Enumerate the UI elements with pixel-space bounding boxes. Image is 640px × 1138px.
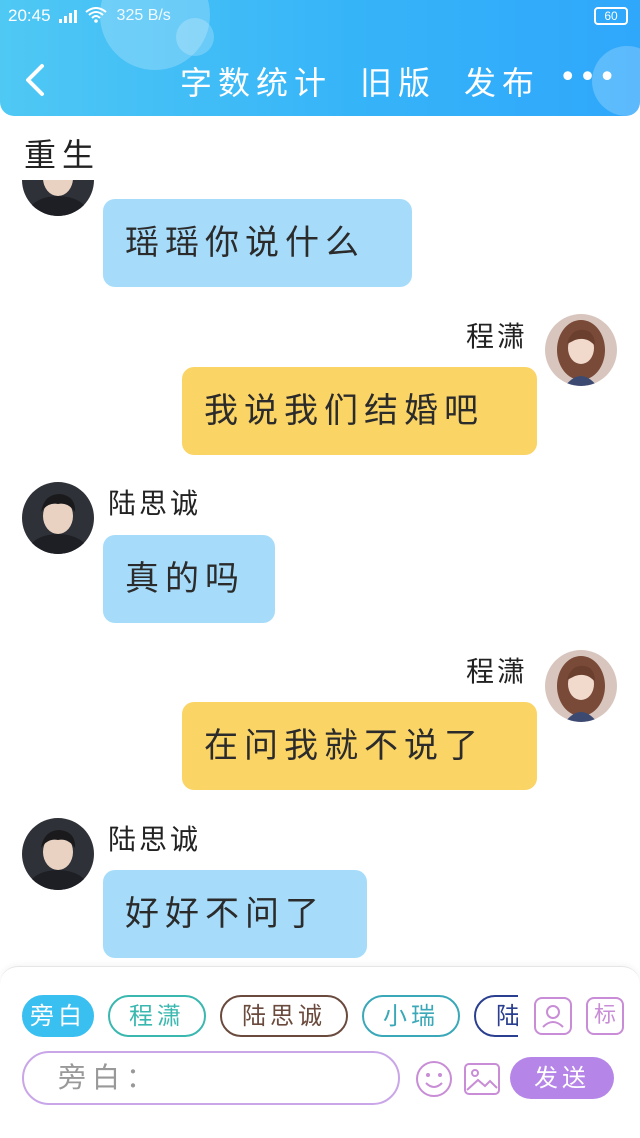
message-bubble[interactable]: 好好不问了 [103,870,367,958]
role-selector: 旁白 程潇 陆思诚 小瑞 陆 [22,995,518,1037]
back-arrow-icon [26,64,44,96]
speaker-name: 程潇 [466,320,529,353]
message-bubble[interactable]: 真的吗 [103,535,275,623]
speaker-name: 程潇 [466,655,529,688]
chat-area[interactable]: 瑶瑶你说什么 程潇 我说我们结婚吧 陆思诚 真的吗 程潇 在问我就不说了 陆思诚… [0,180,640,965]
wifi-icon [84,7,107,23]
publish-button[interactable]: 发布 [464,58,540,104]
tag-button-label: 标 [593,1003,616,1028]
message-input[interactable]: 旁白： [22,1051,400,1105]
header-actions: 字数统计 旧版 发布 [180,58,540,104]
avatar-cheng-xiao[interactable] [545,650,617,722]
speaker-name: 陆思诚 [108,823,202,856]
network-speed: 325 B/s [116,7,171,24]
role-chip-cheng-xiao[interactable]: 程潇 [108,995,206,1037]
composer-panel: 旁白 程潇 陆思诚 小瑞 陆 标 旁白： 发送 [0,966,640,1138]
emoji-button[interactable] [414,1059,454,1099]
speaker-name: 陆思诚 [108,487,202,520]
message-bubble[interactable]: 我说我们结婚吧 [182,367,537,455]
message-bubble[interactable]: 瑶瑶你说什么 [103,199,412,287]
send-button[interactable]: 发送 [510,1057,614,1099]
tag-button[interactable]: 标 [586,997,624,1035]
emoji-icon [416,1061,452,1097]
image-button[interactable] [462,1059,502,1099]
contact-icon [542,1005,564,1028]
avatar-lu-sicheng[interactable] [22,180,94,216]
back-button[interactable] [20,60,50,100]
message-bubble[interactable]: 在问我就不说了 [182,702,537,790]
scene-label: 重生 [24,136,101,174]
role-chip-lu[interactable]: 陆 [474,995,518,1037]
avatar-cheng-xiao[interactable] [545,314,617,386]
contact-button[interactable] [534,997,572,1035]
avatar-lu-sicheng[interactable] [22,818,94,890]
role-chip-lu-sicheng[interactable]: 陆思诚 [220,995,348,1037]
status-time: 20:45 [8,6,51,25]
old-version-button[interactable]: 旧版 [360,58,436,104]
more-icon[interactable]: ••• [559,60,618,95]
word-count-button[interactable]: 字数统计 [180,58,332,104]
status-bar: 20:45 325 B/s 60 [8,4,632,28]
app-header: 20:45 325 B/s 60 字数统计 旧版 发布 ••• [0,0,640,116]
battery-indicator: 60 [594,7,628,25]
signal-icon [58,9,77,23]
avatar-lu-sicheng[interactable] [22,482,94,554]
role-chip-narration[interactable]: 旁白 [22,995,94,1037]
image-icon [464,1063,500,1095]
role-chip-xiao-rui[interactable]: 小瑞 [362,995,460,1037]
